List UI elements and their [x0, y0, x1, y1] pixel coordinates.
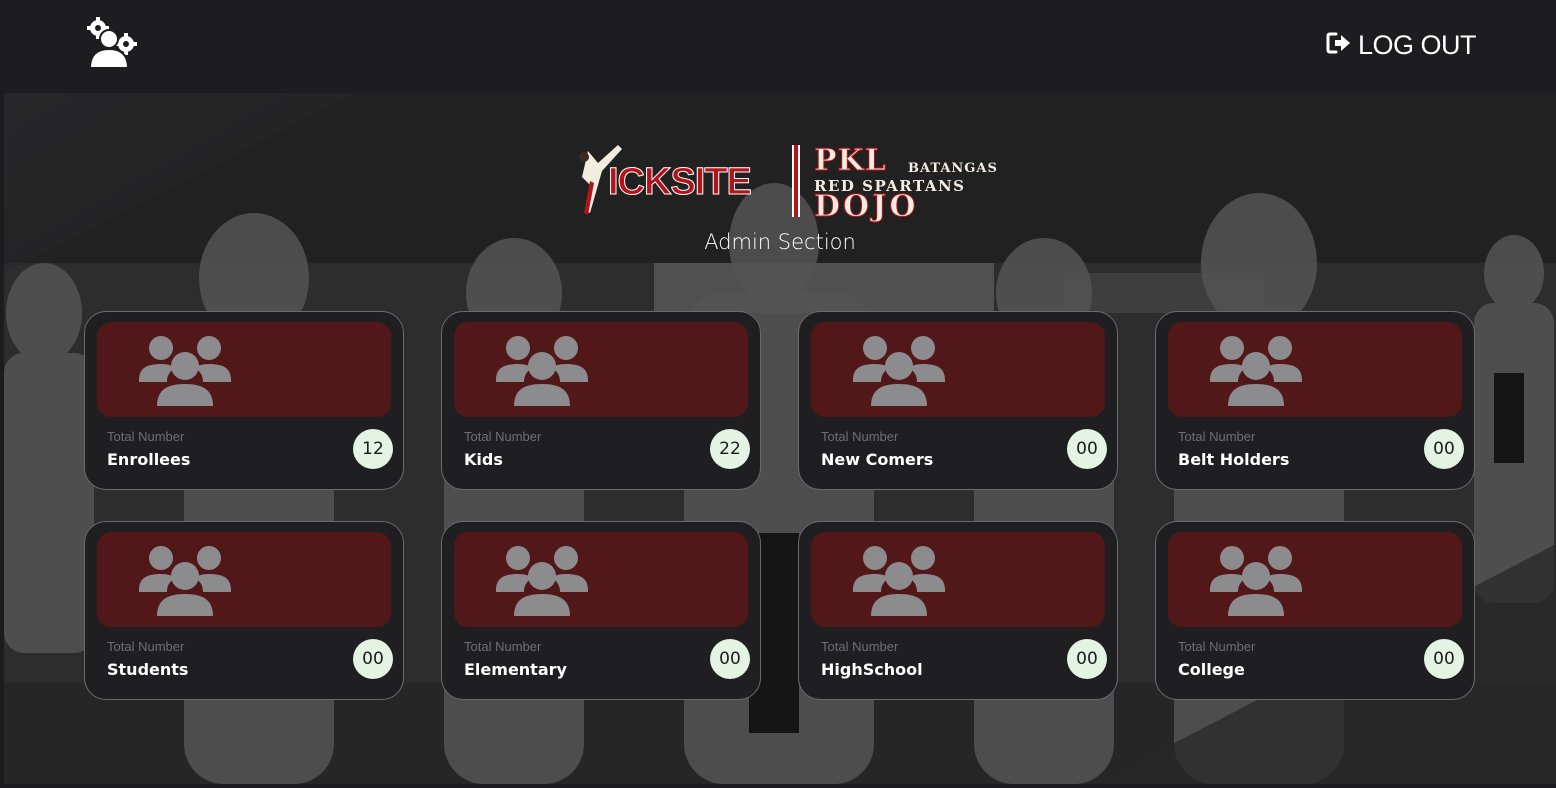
- stat-card-belt-holders[interactable]: Total Number Belt Holders 00: [1155, 311, 1475, 490]
- dojo-logo: ICKSITE PKL BATANGAS RED SPARTANS DOJO: [568, 141, 1008, 225]
- card-title: College: [1178, 660, 1245, 679]
- count-badge: 00: [1067, 639, 1107, 679]
- card-banner: [1168, 532, 1462, 627]
- card-caption: Total Number: [821, 429, 899, 444]
- card-title: HighSchool: [821, 660, 923, 679]
- card-banner: [454, 322, 748, 417]
- card-title: Belt Holders: [1178, 450, 1290, 469]
- stat-card-enrollees[interactable]: Total Number Enrollees 12: [84, 311, 404, 490]
- users-group-icon: [853, 546, 945, 616]
- stat-card-college[interactable]: Total Number College 00: [1155, 521, 1475, 700]
- card-caption: Total Number: [1178, 639, 1256, 654]
- stat-card-highschool[interactable]: Total Number HighSchool 00: [798, 521, 1118, 700]
- card-title: New Comers: [821, 450, 934, 469]
- count-badge: 00: [353, 639, 393, 679]
- card-caption: Total Number: [821, 639, 899, 654]
- card-banner: [454, 532, 748, 627]
- card-title: Kids: [464, 450, 503, 469]
- logout-button[interactable]: LOG OUT: [1326, 28, 1477, 62]
- card-caption: Total Number: [107, 429, 185, 444]
- logo-batangas: BATANGAS: [908, 161, 998, 176]
- stat-card-kids[interactable]: Total Number Kids 22: [441, 311, 761, 490]
- users-group-icon: [139, 546, 231, 616]
- count-badge: 22: [710, 429, 750, 469]
- users-group-icon: [139, 336, 231, 406]
- stat-card-elementary[interactable]: Total Number Elementary 00: [441, 521, 761, 700]
- logo-dojo: DOJO: [813, 189, 919, 225]
- logo-kicksite-text: ICKSITE: [608, 161, 753, 204]
- count-badge: 00: [1424, 639, 1464, 679]
- card-banner: [811, 532, 1105, 627]
- logo-pkl: PKL: [814, 143, 887, 179]
- sign-out-icon: [1326, 31, 1352, 59]
- users-group-icon: [853, 336, 945, 406]
- card-caption: Total Number: [1178, 429, 1256, 444]
- card-banner: [811, 322, 1105, 417]
- users-group-icon: [496, 336, 588, 406]
- users-group-icon: [1210, 546, 1302, 616]
- logo-divider: [792, 145, 800, 217]
- card-caption: Total Number: [464, 639, 542, 654]
- card-banner: [97, 532, 391, 627]
- card-title: Students: [107, 660, 189, 679]
- app-frame: LOG OUT ICKSITE PKL BATANGAS RED SPARTAN…: [0, 0, 1556, 788]
- count-badge: 00: [1424, 429, 1464, 469]
- stats-card-grid: Total Number Enrollees 12 Total Number K…: [84, 311, 1476, 700]
- count-badge: 12: [353, 429, 393, 469]
- card-caption: Total Number: [464, 429, 542, 444]
- count-badge: 00: [710, 639, 750, 679]
- hero-background: ICKSITE PKL BATANGAS RED SPARTANS DOJO A…: [4, 93, 1556, 784]
- card-caption: Total Number: [107, 639, 185, 654]
- page-title: Admin Section: [704, 230, 856, 254]
- admin-users-gear-icon[interactable]: [84, 16, 140, 70]
- top-navigation-bar: LOG OUT: [4, 0, 1556, 93]
- stat-card-students[interactable]: Total Number Students 00: [84, 521, 404, 700]
- card-banner: [97, 322, 391, 417]
- users-group-icon: [496, 546, 588, 616]
- card-title: Enrollees: [107, 450, 191, 469]
- logout-label: LOG OUT: [1357, 29, 1477, 60]
- users-group-icon: [1210, 336, 1302, 406]
- card-banner: [1168, 322, 1462, 417]
- stat-card-new-comers[interactable]: Total Number New Comers 00: [798, 311, 1118, 490]
- card-title: Elementary: [464, 660, 567, 679]
- count-badge: 00: [1067, 429, 1107, 469]
